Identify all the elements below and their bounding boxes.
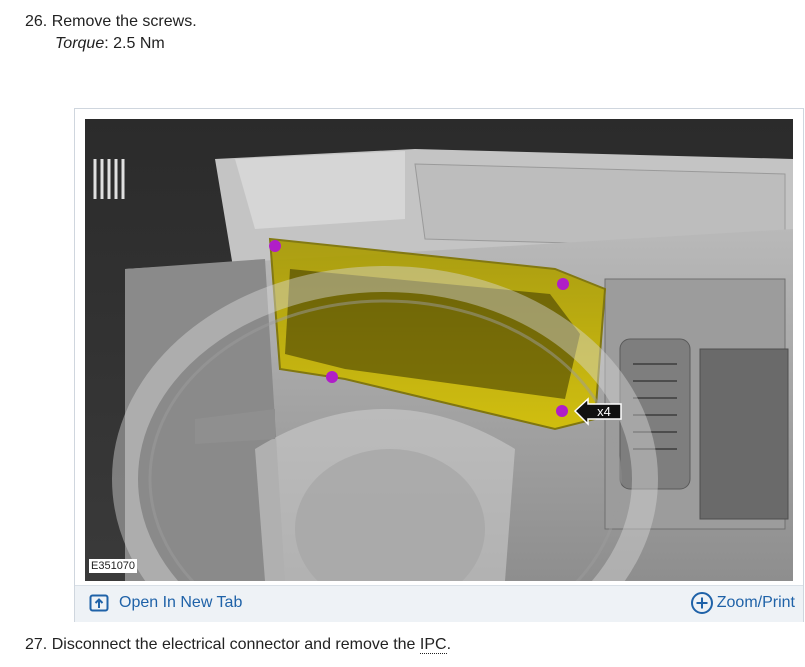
open-in-new-tab-link[interactable]: Open In New Tab (89, 594, 242, 612)
torque-label: Torque (55, 35, 105, 52)
plus-circle-icon (690, 592, 713, 614)
step-27: 27. Disconnect the electrical connector … (25, 636, 451, 654)
figure-toolbar: Open In New Tab Zoom/Print (75, 585, 803, 622)
step-26-text: Remove the screws. (51, 13, 197, 30)
torque-spec: Torque: 2.5 Nm (25, 33, 197, 55)
step-27-end: . (446, 636, 452, 653)
callout-label: x4 (597, 404, 611, 419)
open-in-new-tab-label: Open In New Tab (119, 594, 243, 611)
zoom-print-label: Zoom/Print (716, 594, 795, 611)
zoom-print-link[interactable]: Zoom/Print (690, 591, 795, 615)
illustration-figure: x4 E351070 Open In New Tab Zoom/Print (74, 108, 804, 622)
torque-value: : 2.5 Nm (104, 35, 165, 52)
step-26: 26. Remove the screws. Torque: 2.5 Nm (25, 11, 197, 55)
open-new-tab-icon (89, 594, 109, 612)
dashboard-illustration: x4 (85, 119, 793, 581)
step-27-text: Disconnect the electrical connector and … (51, 636, 416, 653)
step-26-number: 26. (25, 13, 48, 30)
figure-id: E351070 (89, 559, 138, 573)
illustration-image[interactable]: x4 (85, 119, 793, 581)
step-26-instruction: 26. Remove the screws. (25, 11, 197, 33)
step-27-number: 27. (25, 636, 48, 653)
ipc-abbreviation[interactable]: IPC (419, 636, 447, 654)
